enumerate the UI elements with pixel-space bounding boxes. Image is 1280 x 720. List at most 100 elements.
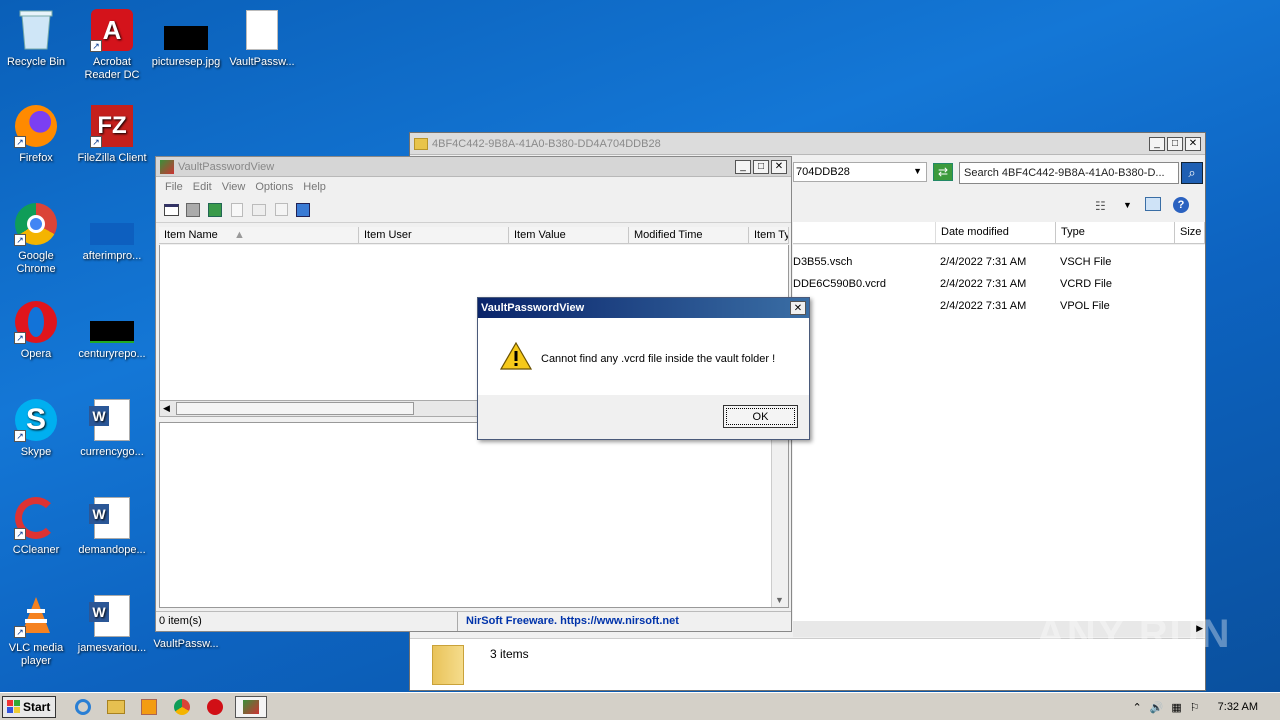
desktop-icon-opera[interactable]: ↗ Opera [0, 300, 74, 361]
properties-icon[interactable] [162, 201, 180, 219]
desktop-icon-jamesvariou[interactable]: W jamesvariou... [74, 594, 150, 655]
column-item-user[interactable]: Item User [359, 227, 509, 243]
copy-icon[interactable] [228, 201, 246, 219]
find-icon[interactable] [272, 201, 290, 219]
dialog-title: VaultPasswordView [478, 298, 809, 318]
view-options-icon[interactable]: ☷ [1095, 199, 1106, 213]
column-date-modified[interactable]: Date modified [936, 222, 1056, 243]
desktop-icon-vaultpassw[interactable]: VaultPassw... [224, 8, 300, 69]
scroll-down-icon[interactable]: ▼ [775, 595, 784, 605]
column-size[interactable]: Size [1175, 222, 1205, 243]
chevron-down-icon[interactable]: ▼ [913, 166, 922, 176]
desktop-icon-label: picturesep.jpg [151, 56, 221, 68]
media-player-icon[interactable] [136, 696, 162, 718]
desktop-icon-firefox[interactable]: ↗ Firefox [0, 104, 74, 165]
file-row[interactable]: D3B55.vsch 2/4/2022 7:31 AM VSCH File [793, 251, 1213, 273]
maximize-button[interactable]: □ [1167, 136, 1183, 151]
details-vertical-scrollbar[interactable]: ▼ [771, 423, 788, 607]
desktop-icon-picturesep[interactable]: picturesep.jpg [148, 8, 224, 69]
system-tray: ⌃ 🔊 ▦ ⚐ 7:32 AM [1124, 695, 1280, 719]
help-icon[interactable]: ? [1173, 197, 1189, 213]
shortcut-arrow-icon: ↗ [14, 528, 26, 540]
preview-pane-icon[interactable] [1145, 197, 1161, 211]
menu-help[interactable]: Help [298, 181, 331, 193]
search-input[interactable]: Search 4BF4C442-9B8A-41A0-B380-D... [959, 162, 1179, 184]
column-type[interactable]: Type [1056, 222, 1175, 243]
blank-file-icon [240, 8, 284, 52]
desktop-icon-label: Opera [20, 348, 52, 360]
desktop-icon-centuryrepo[interactable]: centuryrepo... [74, 300, 150, 361]
column-item-value[interactable]: Item Value [509, 227, 629, 243]
menu-view[interactable]: View [217, 181, 251, 193]
column-blank[interactable] [793, 222, 936, 243]
vaultpasswordview-taskbar-button[interactable] [235, 695, 267, 718]
desktop-icon-label: currencygo... [80, 446, 144, 458]
shortcut-arrow-icon: ↗ [14, 626, 26, 638]
desktop-icon-afterimpro[interactable]: afterimpro... [74, 202, 150, 263]
shortcut-arrow-icon: ↗ [14, 332, 26, 344]
nirsoft-link[interactable]: NirSoft Freeware. https://www.nirsoft.ne… [458, 612, 791, 631]
save-icon[interactable] [184, 201, 202, 219]
explorer-title: 4BF4C442-9B8A-41A0-B380-DD4A704DDB28 [432, 137, 661, 150]
error-dialog[interactable]: VaultPasswordView ✕ Cannot find any .vcr… [477, 297, 810, 440]
minimize-button[interactable]: _ [1149, 136, 1165, 151]
maximize-button[interactable]: □ [753, 159, 769, 174]
column-modified-time[interactable]: Modified Time [629, 227, 749, 243]
shortcut-arrow-icon: ↗ [90, 136, 102, 148]
opera-taskbar-icon[interactable] [202, 696, 228, 718]
clock[interactable]: 7:32 AM [1218, 701, 1258, 713]
skype-icon: S ↗ [14, 398, 58, 442]
menu-file[interactable]: File [160, 181, 188, 193]
volume-icon[interactable]: 🔊 [1150, 701, 1164, 714]
column-item-type[interactable]: Item Ty [749, 227, 789, 243]
refresh-button[interactable]: ⇄ [933, 163, 953, 181]
chevron-down-icon[interactable]: ▼ [1123, 200, 1132, 210]
desktop-icon-currencygo[interactable]: W currencygo... [74, 398, 150, 459]
internet-explorer-icon[interactable] [70, 696, 96, 718]
desktop-icon-acrobat[interactable]: A ↗ Acrobat Reader DC [74, 8, 150, 82]
minimize-button[interactable]: _ [735, 159, 751, 174]
show-hidden-icons-icon[interactable]: ⌃ [1132, 701, 1141, 714]
list-horizontal-scrollbar[interactable]: ◀ [159, 400, 479, 417]
chrome-taskbar-icon[interactable] [169, 696, 195, 718]
action-center-flag-icon[interactable]: ⚐ [1190, 701, 1200, 714]
menu-edit[interactable]: Edit [188, 181, 217, 193]
vpv-column-header: Item Name ▲ Item User Item Value Modified… [159, 227, 789, 244]
html-report-icon[interactable] [250, 201, 268, 219]
desktop-icon-label: Firefox [19, 152, 53, 164]
shortcut-arrow-icon: ↗ [14, 234, 26, 246]
desktop-icon-demandope[interactable]: W demandope... [74, 496, 150, 557]
desktop-icon-chrome[interactable]: ↗ Google Chrome [0, 202, 74, 276]
desktop-icon-label: afterimpro... [82, 250, 142, 262]
column-item-name[interactable]: Item Name ▲ [159, 227, 359, 243]
desktop-icon-filezilla[interactable]: FZ ↗ FileZilla Client [74, 104, 150, 165]
desktop-icon-label: VLC media player [8, 642, 64, 667]
close-button[interactable]: ✕ [771, 159, 787, 174]
file-row[interactable]: DDE6C590B0.vcrd 2/4/2022 7:31 AM VCRD Fi… [793, 273, 1213, 295]
file-type: VCRD File [1060, 278, 1112, 290]
vpv-titlebar[interactable]: VaultPasswordView _ □ ✕ [156, 157, 791, 177]
refresh-icon[interactable] [206, 201, 224, 219]
desktop-icon-skype[interactable]: S ↗ Skype [0, 398, 74, 459]
menu-options[interactable]: Options [250, 181, 298, 193]
scroll-left-icon[interactable]: ◀ [163, 403, 170, 414]
scrollbar-thumb[interactable] [176, 402, 414, 415]
desktop-icon-recycle-bin[interactable]: Recycle Bin [0, 8, 74, 69]
file-explorer-icon[interactable] [103, 696, 129, 718]
search-icon[interactable]: ⌕ [1181, 162, 1203, 184]
dialog-close-button[interactable]: ✕ [790, 301, 806, 315]
file-row[interactable]: 2/4/2022 7:31 AM VPOL File [793, 295, 1213, 317]
address-bar[interactable]: 704DDB28 ▼ [793, 162, 927, 182]
chrome-icon: ↗ [14, 202, 58, 246]
exit-icon[interactable] [294, 201, 312, 219]
desktop-icon-vlc[interactable]: ↗ VLC media player [0, 594, 74, 668]
explorer-titlebar[interactable]: 4BF4C442-9B8A-41A0-B380-DD4A704DDB28 _ □… [410, 133, 1205, 155]
desktop-icon-ccleaner[interactable]: ↗ CCleaner [0, 496, 74, 557]
network-icon[interactable]: ▦ [1171, 701, 1181, 714]
close-button[interactable]: ✕ [1185, 136, 1201, 151]
details-panel[interactable]: ▼ [159, 422, 789, 608]
dialog-message: Cannot find any .vcrd file inside the va… [541, 353, 776, 365]
ok-button[interactable]: OK [723, 405, 798, 428]
file-icon [90, 300, 134, 344]
start-button[interactable]: Start [2, 695, 56, 718]
